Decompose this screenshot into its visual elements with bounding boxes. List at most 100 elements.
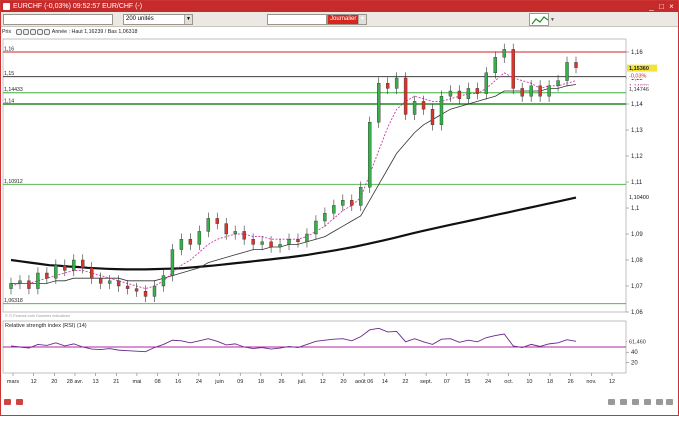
drawing-icon[interactable] [36,28,43,35]
candle-body [502,49,506,58]
candle-body [9,283,13,289]
candle-body [90,267,94,279]
rsi-tick-label: 20 [631,361,638,367]
x-tick-label: août 06 [355,379,373,385]
candle-body [242,231,246,240]
chart-svg[interactable]: 1,16 1,15 1,14 1,13 1,12 1,11 1,1 1,09 1,08 1,07 1… [1,37,678,417]
settings-icon[interactable] [29,28,36,35]
x-tick-label: 12 [320,379,326,385]
x-tick-label: 26 [278,379,284,385]
x-tick-label: 20 [51,379,57,385]
app-icon [3,3,10,10]
period-select[interactable]: Journalier ▼ [327,14,367,25]
minimize-button[interactable]: _ [647,2,656,11]
chevron-down-icon: ▼ [184,15,192,24]
candle-body [538,85,542,97]
candle-body [63,264,67,271]
x-tick-label: 12 [609,379,615,385]
x-tick-label: 26 [568,379,574,385]
chart-window: EURCHF (-0,03%) 09:52:57 EUR/CHF (-) _ □… [0,0,679,416]
x-tick-label: 21 [113,379,119,385]
candle-body [143,290,148,297]
level-label: 1,16 [4,47,14,53]
candle-body [45,272,49,279]
zoom-control-icon [644,399,651,405]
price-badge: -0,03% [629,73,647,79]
zoom-out-icon[interactable] [22,28,29,35]
candle-body [54,264,58,279]
zoom-control-icon [608,399,615,405]
candle-body [27,280,31,289]
candle-body [368,121,372,188]
candle-body [152,285,157,297]
x-tick-label: 24 [485,379,491,385]
candle-body [394,77,399,89]
candle-body [18,280,22,284]
maximize-button[interactable]: □ [657,2,666,11]
symbol-input[interactable] [3,14,113,25]
candle-body [260,241,264,245]
candle-body [323,212,327,222]
chart-type-dropdown[interactable]: ▼ [550,17,555,23]
candle-body [475,88,480,94]
period-value: Journalier [330,16,357,22]
x-tick-label: oct. [504,379,513,385]
candle-body [529,85,533,97]
candle-body [403,77,408,115]
candle-body [332,205,336,214]
chart-type-icon [531,16,549,25]
candle-body [134,288,139,292]
x-tick-label: juin [214,379,224,385]
candle-body [161,275,166,287]
y-tick-label: 1,08 [631,258,643,264]
y-tick-label: 1,14 [631,102,643,108]
x-tick-label: 10 [526,379,532,385]
candle-body [439,96,444,126]
x-tick-label: 13 [93,379,99,385]
watermark: © IT-Finance.com Données indicatives [5,314,70,318]
units-select[interactable]: 200 unités ▼ [123,14,193,25]
candle-body [206,218,211,232]
candle-body [556,80,560,86]
nav-arrow-icon [16,399,23,405]
candle-body [565,62,569,81]
x-tick-label: 14 [382,379,388,385]
chart-type-button[interactable] [529,13,549,26]
zoom-control-icon [666,399,673,405]
candle-body [448,90,453,97]
y-tick-label: 1,1 [631,206,640,212]
y-tick-label: 1,07 [631,284,643,290]
x-tick-label: sept. [420,379,432,385]
candle-body [412,101,417,115]
candle-body [314,220,318,235]
candle-body [36,272,40,289]
candle-body [547,85,551,97]
x-tick-label: 28 avr. [67,379,84,385]
year-range-text: Année : Haut 1,16239 / Bas 1,06318 [51,29,138,35]
candle-body [421,101,426,110]
units-value: 200 unités [126,16,154,22]
candle-body [107,280,112,284]
x-tick-label: 16 [175,379,181,385]
x-tick-label: 07 [444,379,450,385]
prix-label: Prix [2,29,12,35]
price-badge: 1,14746 [629,87,649,93]
price-badge: 1,15360 [629,66,649,72]
x-tick-label: juil. [297,379,307,385]
price-panel [2,38,627,313]
zoom-in-icon[interactable] [15,28,22,35]
candle-body [179,238,184,250]
x-tick-label: 18 [547,379,553,385]
x-tick-label: 18 [258,379,264,385]
y-tick-label: 1,12 [631,154,643,160]
chart-area[interactable]: 1,16 1,15 1,14 1,13 1,12 1,11 1,1 1,09 1,08 1,07 1… [1,37,678,417]
candle-body [224,223,228,235]
x-tick-label: 15 [464,379,470,385]
candle-body [269,241,273,248]
candle-body [170,249,175,276]
level-label: 1,14433 [4,87,23,93]
candle-body [287,238,291,245]
candle-body [215,218,219,224]
print-icon[interactable] [43,28,50,35]
close-button[interactable]: × [667,2,676,11]
